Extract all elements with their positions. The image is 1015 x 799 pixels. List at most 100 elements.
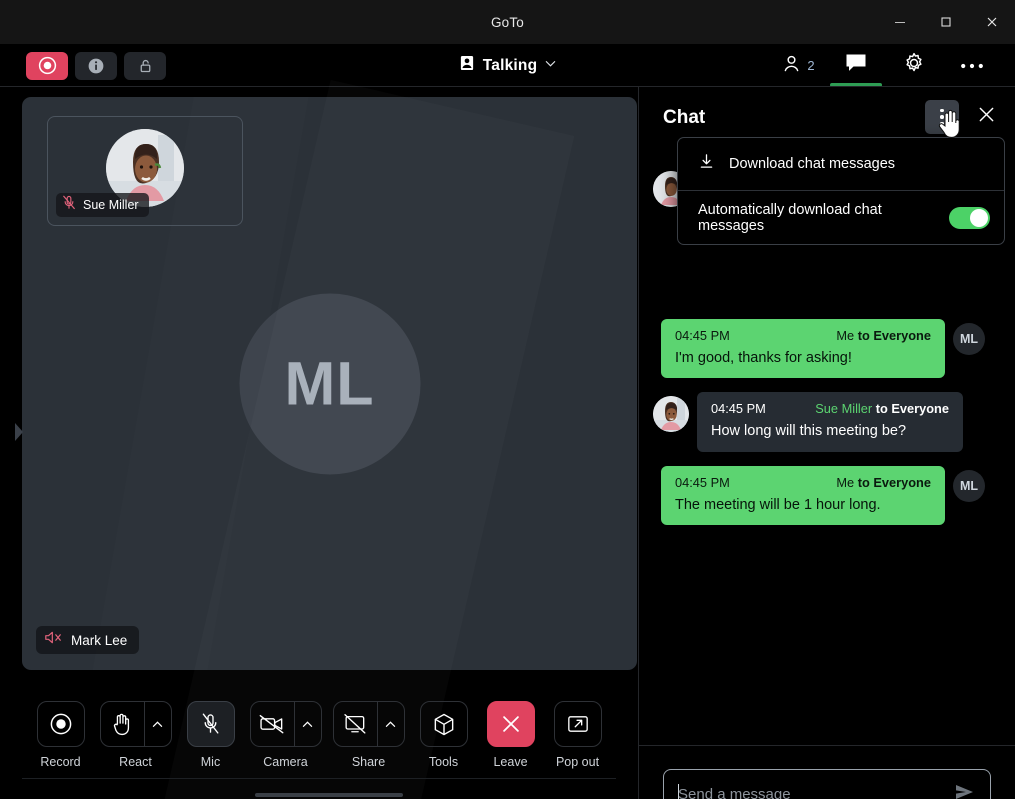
message-input-wrapper[interactable]: Send a message xyxy=(663,769,991,799)
main-speaker-initials: ML xyxy=(284,349,375,418)
window-title: GoTo xyxy=(490,14,525,30)
message-recipient: to Everyone xyxy=(857,328,931,343)
camera-button[interactable] xyxy=(249,701,322,747)
control-mic[interactable]: Mic xyxy=(183,701,239,769)
record-circle-icon xyxy=(50,713,71,735)
menu-item-label: Download chat messages xyxy=(729,156,896,172)
tools-button[interactable] xyxy=(419,701,468,747)
control-share[interactable]: Share xyxy=(332,701,405,769)
control-label: Leave xyxy=(493,755,528,769)
share-main[interactable] xyxy=(334,702,378,746)
list-item: 04:45 PM Me to Everyone The meeting will… xyxy=(639,465,1015,526)
pop-out-button[interactable] xyxy=(553,701,602,747)
control-label: React xyxy=(119,755,152,769)
menu-item-label: Automatically download chat messages xyxy=(698,201,882,234)
message-timestamp: 04:45 PM xyxy=(675,474,730,490)
control-label: Record xyxy=(40,755,81,769)
participant-thumbnail-sue-miller[interactable]: Sue Miller xyxy=(47,116,243,226)
text-caret xyxy=(678,784,679,799)
person-badge-icon xyxy=(458,54,476,77)
chat-composer: Send a message xyxy=(639,746,1015,799)
main-speaker-name-label: Mark Lee xyxy=(71,632,128,648)
avatar xyxy=(653,396,689,433)
auto-download-toggle[interactable] xyxy=(948,206,990,229)
send-arrow-icon[interactable] xyxy=(954,783,976,799)
close-icon xyxy=(977,105,996,129)
message-input-placeholder: Send a message xyxy=(678,785,791,799)
control-label: Pop out xyxy=(555,755,600,769)
menu-item-download-chat[interactable]: Download chat messages xyxy=(678,138,1004,190)
chat-close-button[interactable] xyxy=(969,100,1003,134)
control-tools[interactable]: Tools xyxy=(416,701,472,769)
list-item: 04:45 PM Me to Everyone I'm good, thanks… xyxy=(639,319,1015,379)
settings-button[interactable] xyxy=(885,44,943,87)
camera-off-icon xyxy=(259,714,284,734)
controls-divider xyxy=(22,778,616,779)
record-button[interactable] xyxy=(36,701,85,747)
message-body: I'm good, thanks for asking! xyxy=(675,350,852,366)
chat-bubble: 04:45 PM Me to Everyone I'm good, thanks… xyxy=(661,319,945,379)
chevron-down-icon xyxy=(544,57,557,75)
mic-button[interactable] xyxy=(186,701,235,747)
control-label: Share xyxy=(351,755,386,769)
list-item: 04:45 PM Sue Miller to Everyone How long… xyxy=(639,392,1015,452)
control-react[interactable]: React xyxy=(99,701,172,769)
window-minimize-button[interactable] xyxy=(877,0,923,44)
toolbar-right-group: 2 xyxy=(769,44,1001,87)
download-icon xyxy=(698,153,715,175)
controls-row: Record React Mic Camera Share Tools Leav… xyxy=(0,690,638,778)
title-bar: GoTo xyxy=(0,0,1015,44)
screen-share-off-icon xyxy=(344,714,366,734)
leave-button[interactable] xyxy=(486,701,535,747)
control-label: Tools xyxy=(428,755,459,769)
chevron-up-icon xyxy=(385,720,396,727)
close-x-icon xyxy=(502,716,519,732)
control-label: Camera xyxy=(263,755,308,769)
share-button[interactable] xyxy=(332,701,405,747)
chat-title: Chat xyxy=(663,107,706,128)
message-sender-name: Sue Miller xyxy=(815,401,873,417)
react-button[interactable] xyxy=(99,701,172,747)
chat-tab-button[interactable] xyxy=(827,44,885,87)
control-camera[interactable]: Camera xyxy=(249,701,322,769)
message-sender-name: Me xyxy=(836,328,855,343)
sidebar-expand-handle[interactable] xyxy=(13,419,27,445)
control-pop-out[interactable]: Pop out xyxy=(550,701,606,769)
chat-bubble-meta: 04:45 PM Me to Everyone xyxy=(675,475,931,490)
participants-count: 2 xyxy=(807,58,815,73)
mic-off-icon xyxy=(202,713,219,734)
share-chevron[interactable] xyxy=(378,702,404,746)
participants-button[interactable]: 2 xyxy=(769,44,827,87)
react-main[interactable] xyxy=(101,702,145,746)
meeting-controls-bar: Record React Mic Camera Share Tools Leav… xyxy=(0,690,638,799)
control-leave[interactable]: Leave xyxy=(483,701,539,769)
menu-item-auto-download[interactable]: Automatically download chat messages xyxy=(678,191,1004,244)
raised-hand-icon xyxy=(113,713,130,736)
message-recipient: to Everyone xyxy=(857,474,931,490)
meeting-toolbar: Talking 2 xyxy=(0,44,1015,87)
window-maximize-button[interactable] xyxy=(923,0,969,44)
kebab-menu-icon xyxy=(940,108,944,126)
chat-options-button[interactable] xyxy=(925,100,959,134)
cube-icon xyxy=(434,713,453,735)
talking-status-label: Talking xyxy=(482,56,538,74)
participant-name-label: Sue Miller xyxy=(83,198,139,212)
main-speaker-name-chip: Mark Lee xyxy=(36,626,140,654)
control-record[interactable]: Record xyxy=(33,701,89,769)
chat-options-menu[interactable]: Download chat messages Automatically dow… xyxy=(677,137,1005,245)
camera-main[interactable] xyxy=(251,702,295,746)
message-recipient: to Everyone xyxy=(875,401,949,417)
message-timestamp: 04:45 PM xyxy=(675,328,730,343)
message-body: How long will this meeting be? xyxy=(711,423,907,440)
camera-chevron[interactable] xyxy=(295,702,321,746)
more-options-button[interactable] xyxy=(943,44,1001,87)
message-timestamp: 04:45 PM xyxy=(711,401,766,417)
chat-panel: Chat 04:45 PM Me to Everyone I'm good, t… xyxy=(638,87,1015,799)
window-close-button[interactable] xyxy=(969,0,1015,44)
window-buttons xyxy=(877,0,1015,44)
react-chevron[interactable] xyxy=(145,702,171,746)
message-sender: Sue Miller to Everyone xyxy=(815,401,949,416)
message-sender: Me to Everyone xyxy=(836,475,931,490)
controls-drag-handle[interactable] xyxy=(255,793,403,797)
mic-muted-icon xyxy=(62,195,76,215)
